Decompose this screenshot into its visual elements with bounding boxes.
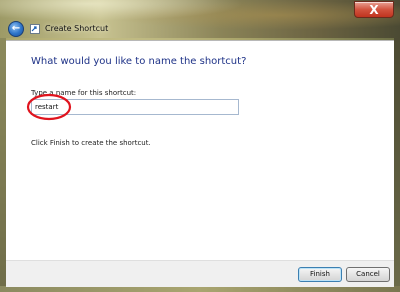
finish-button[interactable]: Finish [298,267,342,282]
window-border-right [394,38,400,286]
window-title: Create Shortcut [45,24,109,33]
wizard-content: What would you like to name the shortcut… [6,40,394,261]
page-heading: What would you like to name the shortcut… [31,56,247,67]
shortcut-name-label: Type a name for this shortcut: [31,89,137,97]
back-button[interactable]: ← [8,21,24,37]
shortcut-icon [30,24,40,34]
close-button[interactable]: X [354,1,394,18]
shortcut-name-input[interactable] [31,99,239,115]
back-arrow-icon: ← [11,23,21,34]
cancel-button[interactable]: Cancel [346,267,390,282]
finish-hint: Click Finish to create the shortcut. [31,139,151,147]
create-shortcut-window: X ← Create Shortcut What would you like … [0,0,400,292]
close-icon: X [369,3,379,17]
wizard-footer: Finish Cancel [6,260,394,287]
